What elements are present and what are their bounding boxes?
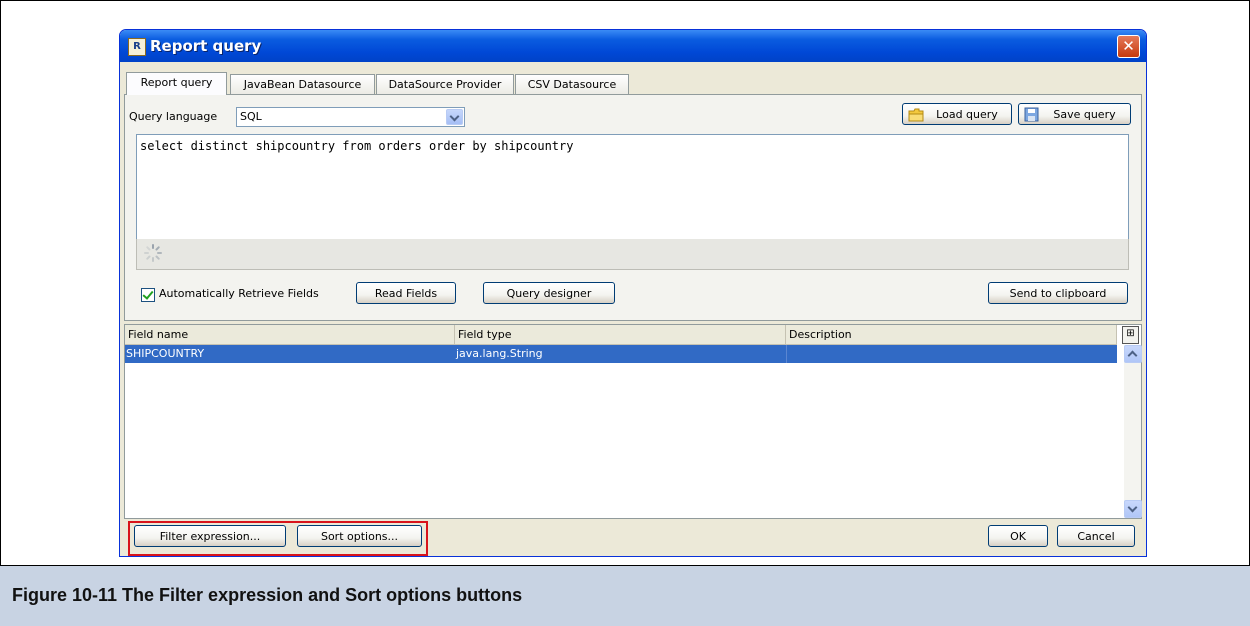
column-control-icon[interactable]: ⊞ bbox=[1122, 326, 1139, 344]
tab-report-query[interactable]: Report query bbox=[126, 72, 227, 95]
auto-retrieve-label: Automatically Retrieve Fields bbox=[159, 287, 319, 300]
loading-spinner-icon bbox=[144, 244, 162, 262]
sql-query-text: select distinct shipcountry from orders … bbox=[140, 139, 574, 153]
chevron-down-icon bbox=[449, 111, 460, 122]
ok-button[interactable]: OK bbox=[988, 525, 1048, 547]
vertical-scrollbar[interactable] bbox=[1124, 345, 1142, 518]
chevron-up-icon bbox=[1127, 350, 1138, 361]
auto-retrieve-checkbox[interactable] bbox=[141, 288, 155, 302]
column-header-field-type[interactable]: Field type bbox=[455, 325, 786, 344]
cell-field-type: java.lang.String bbox=[456, 347, 543, 360]
chevron-down-icon bbox=[1127, 502, 1138, 513]
cancel-button[interactable]: Cancel bbox=[1057, 525, 1135, 547]
query-language-select[interactable]: SQL bbox=[236, 107, 465, 127]
figure-frame: R Report query ✕ Report query JavaBean D… bbox=[0, 0, 1250, 565]
highlight-box bbox=[128, 521, 428, 556]
column-header-field-name[interactable]: Field name bbox=[125, 325, 455, 344]
scroll-down-button[interactable] bbox=[1124, 500, 1142, 518]
window-title: Report query bbox=[150, 37, 262, 55]
title-bar: R Report query ✕ bbox=[120, 30, 1146, 62]
folder-icon bbox=[908, 108, 924, 122]
read-fields-button[interactable]: Read Fields bbox=[356, 282, 456, 304]
query-designer-button[interactable]: Query designer bbox=[483, 282, 615, 304]
tab-datasource-provider[interactable]: DataSource Provider bbox=[376, 74, 514, 94]
save-icon bbox=[1024, 107, 1039, 122]
query-language-value: SQL bbox=[240, 110, 262, 123]
cell-field-name: SHIPCOUNTRY bbox=[126, 347, 205, 360]
table-row[interactable]: SHIPCOUNTRY java.lang.String bbox=[125, 345, 1117, 363]
tab-csv-datasource[interactable]: CSV Datasource bbox=[515, 74, 629, 94]
report-app-icon: R bbox=[128, 38, 146, 56]
save-query-button[interactable]: Save query bbox=[1018, 103, 1131, 125]
close-icon[interactable]: ✕ bbox=[1117, 35, 1140, 58]
table-header: Field name Field type Description bbox=[125, 325, 1117, 345]
query-language-label: Query language bbox=[129, 110, 218, 123]
progress-area bbox=[136, 239, 1129, 270]
sql-query-editor[interactable]: select distinct shipcountry from orders … bbox=[136, 134, 1129, 240]
save-query-label: Save query bbox=[1053, 108, 1116, 121]
caption-text: Figure 10-11 The Filter expression and S… bbox=[12, 585, 523, 605]
load-query-label: Load query bbox=[936, 108, 998, 121]
send-to-clipboard-button[interactable]: Send to clipboard bbox=[988, 282, 1128, 304]
column-header-description[interactable]: Description bbox=[786, 325, 1117, 344]
figure-caption: Figure 10-11 The Filter expression and S… bbox=[0, 565, 1250, 626]
tab-javabean-datasource[interactable]: JavaBean Datasource bbox=[230, 74, 375, 94]
cell-description bbox=[786, 345, 1117, 363]
dropdown-button[interactable] bbox=[446, 109, 463, 125]
checkmark-icon bbox=[142, 288, 154, 300]
fields-table: Field name Field type Description ⊞ SHIP… bbox=[124, 324, 1142, 519]
scroll-up-button[interactable] bbox=[1124, 345, 1142, 363]
report-query-dialog: R Report query ✕ Report query JavaBean D… bbox=[119, 29, 1147, 557]
load-query-button[interactable]: Load query bbox=[902, 103, 1012, 125]
